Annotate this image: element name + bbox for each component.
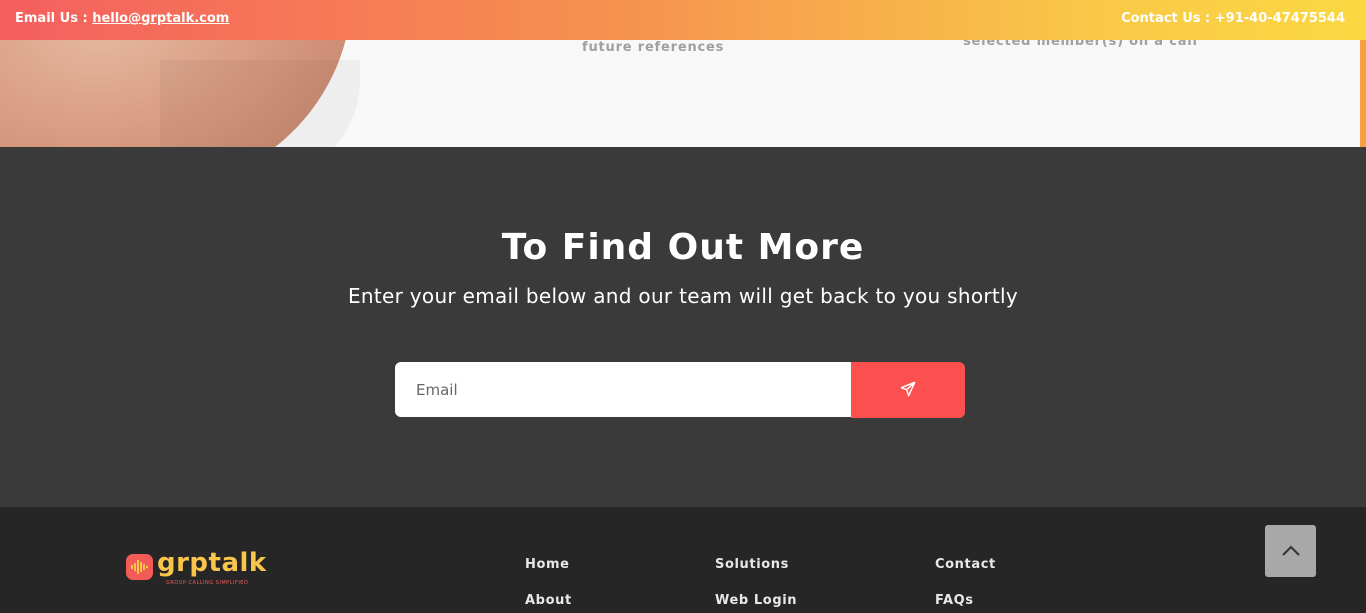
scroll-to-top-button[interactable] xyxy=(1265,525,1316,577)
image-shadow xyxy=(160,60,360,147)
email-input[interactable] xyxy=(395,362,851,417)
submit-button[interactable] xyxy=(851,362,965,418)
phone-contact: Contact Us : +91-40-47475544 xyxy=(1121,11,1345,26)
newsletter-section: To Find Out More Enter your email below … xyxy=(0,147,1366,507)
logo-wordmark: grptalk xyxy=(157,548,267,578)
cta-title: To Find Out More xyxy=(501,227,865,268)
site-footer: grptalk GROUP CALLING SIMPLIFIED Home Ab… xyxy=(0,507,1366,613)
sound-wave-icon xyxy=(131,560,148,574)
logo-tagline: GROUP CALLING SIMPLIFIED xyxy=(166,580,249,586)
logo-mark xyxy=(126,554,153,580)
footer-link-contact[interactable]: Contact xyxy=(935,557,996,593)
send-icon xyxy=(900,381,916,396)
footer-link-web-login[interactable]: Web Login xyxy=(715,593,797,613)
email-link[interactable]: hello@grptalk.com xyxy=(92,11,229,26)
subscribe-form xyxy=(395,362,965,418)
cta-subtitle: Enter your email below and our team will… xyxy=(347,284,1019,308)
footer-link-solutions[interactable]: Solutions xyxy=(715,557,797,593)
feature-text-2: selected member(s) on a call xyxy=(963,40,1198,49)
email-contact: Email Us : hello@grptalk.com xyxy=(15,11,229,26)
chevron-up-icon xyxy=(1281,545,1300,556)
email-label: Email Us : xyxy=(15,11,88,26)
top-contact-bar: Email Us : hello@grptalk.com Contact Us … xyxy=(0,0,1366,40)
feature-text-1: future references xyxy=(582,40,725,55)
footer-column-2: Solutions Web Login xyxy=(715,557,797,613)
footer-link-home[interactable]: Home xyxy=(525,557,572,593)
footer-link-about[interactable]: About xyxy=(525,593,572,613)
footer-column-3: Contact FAQs xyxy=(935,557,996,613)
footer-column-1: Home About xyxy=(525,557,572,613)
features-section: future references selected member(s) on … xyxy=(0,40,1360,147)
footer-link-faqs[interactable]: FAQs xyxy=(935,593,996,613)
